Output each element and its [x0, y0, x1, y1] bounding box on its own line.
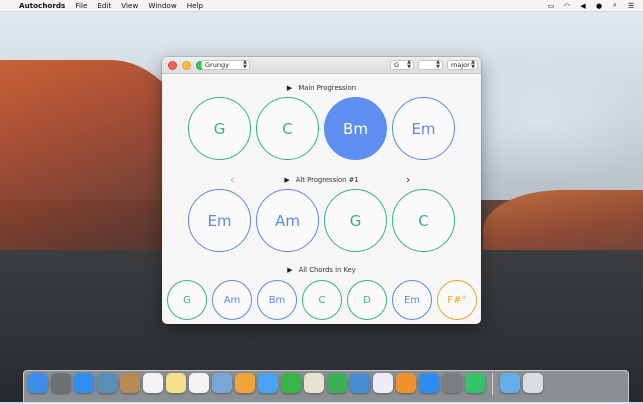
key-chord-5[interactable]: D — [347, 280, 387, 320]
spotlight-search-icon[interactable]: ⌕ — [611, 1, 619, 9]
main-chord-2[interactable]: C — [256, 97, 319, 160]
safari-icon[interactable] — [74, 373, 94, 393]
notification-center-icon[interactable]: ☰ — [627, 2, 635, 10]
wifi-icon[interactable]: ◠ — [563, 2, 571, 10]
chord-label: Bm — [268, 294, 286, 306]
ibooks-icon[interactable] — [396, 373, 416, 393]
chord-label: C — [282, 119, 293, 138]
minimize-window-button[interactable] — [182, 61, 191, 70]
reminders-icon[interactable] — [189, 373, 209, 393]
photos-icon[interactable] — [235, 373, 255, 393]
pages-icon[interactable] — [304, 373, 324, 393]
select-arrows-icon: ▲ ▼ — [407, 59, 411, 70]
airplay-icon[interactable]: ▭ — [547, 2, 555, 10]
chord-label: Em — [403, 294, 421, 306]
downloads-folder-icon[interactable] — [500, 373, 520, 393]
main-chord-3[interactable]: Bm — [324, 97, 387, 160]
system-preferences-icon[interactable] — [442, 373, 462, 393]
all-chords-header: ▶ All Chords in Key — [162, 266, 481, 274]
alt-chord-1[interactable]: Em — [188, 189, 251, 252]
main-chord-1[interactable]: G — [188, 97, 251, 160]
alt-progression-label: Alt Progression #1 — [295, 176, 359, 184]
style-select-value: Grungy — [205, 61, 229, 69]
select-arrows-icon: ▲ ▼ — [471, 59, 475, 70]
key-chord-6[interactable]: Em — [392, 280, 432, 320]
play-alt-progression-icon[interactable]: ▶ — [284, 176, 289, 184]
autochords-window: Grungy ▲ ▼ G ▲ ▼ ▲ ▼ major ▲ ▼ ▶ Main Progre… — [162, 57, 481, 324]
calendar-icon[interactable] — [143, 373, 163, 393]
chord-label: Am — [275, 211, 300, 230]
chord-label: Bm — [343, 119, 368, 138]
mode-select[interactable]: major ▲ ▼ — [447, 60, 478, 70]
chord-label: C — [318, 294, 326, 306]
finder-icon[interactable] — [28, 373, 48, 393]
facetime-icon[interactable] — [281, 373, 301, 393]
preview-photos-icon[interactable] — [97, 373, 117, 393]
alt-chord-3[interactable]: G — [324, 189, 387, 252]
chord-label: D — [363, 294, 371, 306]
play-all-chords-icon[interactable]: ▶ — [287, 266, 292, 274]
mode-select-value: major — [451, 61, 470, 69]
messages-icon[interactable] — [258, 373, 278, 393]
contacts-icon[interactable] — [120, 373, 140, 393]
chord-label: G — [213, 119, 226, 138]
key-chord-1[interactable]: G — [167, 280, 207, 320]
main-progression-header: ▶ Main Progression — [162, 84, 481, 92]
all-chords-label: All Chords in Key — [298, 266, 356, 274]
menu-edit[interactable]: Edit — [97, 1, 111, 10]
main-chord-4[interactable]: Em — [392, 97, 455, 160]
chord-label: Am — [223, 294, 241, 306]
accidental-select[interactable]: ▲ ▼ — [418, 60, 443, 70]
menu-file[interactable]: File — [75, 1, 87, 10]
key-select-value: G — [394, 61, 400, 69]
main-progression-label: Main Progression — [298, 84, 357, 92]
dock-separator — [492, 373, 493, 395]
play-main-progression-icon[interactable]: ▶ — [287, 84, 292, 92]
app-menu[interactable]: Autochords — [19, 1, 65, 10]
autochords-icon[interactable] — [465, 373, 485, 393]
numbers-icon[interactable] — [327, 373, 347, 393]
alt-chord-2[interactable]: Am — [256, 189, 319, 252]
photo-booth-icon[interactable] — [212, 373, 232, 393]
user-icon[interactable]: ● — [595, 2, 603, 10]
chord-label: Em — [207, 211, 232, 230]
key-chord-2[interactable]: Am — [212, 280, 252, 320]
notes-icon[interactable] — [166, 373, 186, 393]
chord-label: Em — [411, 119, 436, 138]
select-arrows-icon: ▲ ▼ — [243, 59, 247, 70]
menu-help[interactable]: Help — [187, 1, 203, 10]
alt-progression-header: ▶ Alt Progression #1 — [162, 176, 481, 184]
chord-label: G — [183, 294, 191, 306]
app-store-icon[interactable] — [419, 373, 439, 393]
next-progression-icon[interactable]: › — [406, 173, 410, 186]
key-chord-4[interactable]: C — [302, 280, 342, 320]
key-select[interactable]: G ▲ ▼ — [390, 60, 414, 70]
volume-icon[interactable]: ◀ — [579, 2, 587, 10]
launchpad-icon[interactable] — [51, 373, 71, 393]
close-window-button[interactable] — [168, 61, 177, 70]
dock — [23, 370, 629, 404]
chord-label: G — [349, 211, 362, 230]
key-chord-3[interactable]: Bm — [257, 280, 297, 320]
select-arrows-icon: ▲ ▼ — [436, 59, 440, 70]
alt-chord-4[interactable]: C — [392, 189, 455, 252]
trash-icon[interactable] — [523, 373, 543, 393]
key-chord-7[interactable]: F#° — [437, 280, 477, 320]
menu-window[interactable]: Window — [148, 1, 176, 10]
title-bar: Grungy ▲ ▼ G ▲ ▼ ▲ ▼ major ▲ ▼ — [162, 57, 481, 74]
style-select[interactable]: Grungy ▲ ▼ — [201, 60, 250, 70]
keynote-icon[interactable] — [350, 373, 370, 393]
chord-label: C — [418, 211, 429, 230]
chord-label: F#° — [447, 294, 467, 306]
menu-view[interactable]: View — [121, 1, 138, 10]
itunes-icon[interactable] — [373, 373, 393, 393]
menu-bar: Autochords File Edit View Window Help ▭ … — [0, 0, 643, 12]
